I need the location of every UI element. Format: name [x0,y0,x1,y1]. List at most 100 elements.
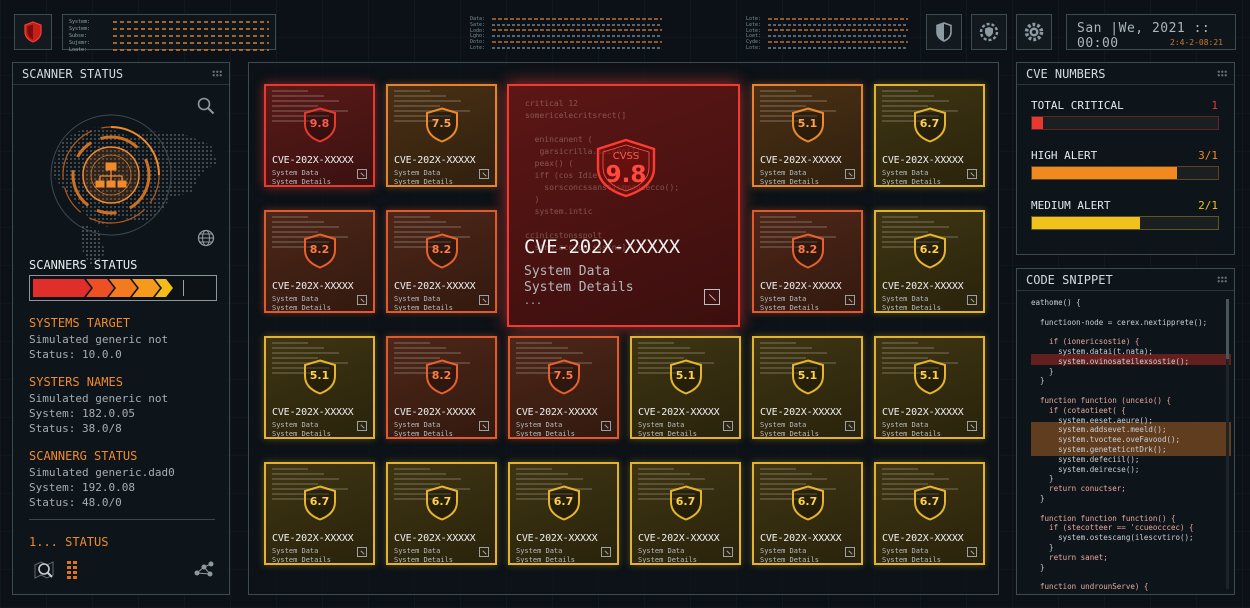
expand-icon[interactable] [967,421,977,431]
shield-score-icon: 8.2 [303,233,337,269]
expand-icon[interactable] [723,421,733,431]
code-line: } [1031,474,1054,484]
expand-icon[interactable] [357,421,367,431]
card-line-1: System Data [272,421,319,429]
cve-card[interactable]: 6.7 CVE-202X-XXXXX System Data System Detai… [874,462,985,565]
cve-card[interactable]: 9.8 CVE-202X-XXXXX System Data System Detai… [264,84,375,187]
card-line-1: System Data [760,547,807,555]
cve-card[interactable]: 6.7 CVE-202X-XXXXX System Data System Detai… [874,84,985,187]
code-scrollbar[interactable] [1226,299,1229,589]
expand-icon[interactable] [479,169,489,179]
cvss-shield-icon: CVSS 9.8 [594,138,658,198]
expand-icon[interactable] [479,547,489,557]
expand-icon[interactable] [601,547,611,557]
expand-icon[interactable] [845,421,855,431]
expand-icon[interactable] [723,547,733,557]
expand-icon[interactable] [479,421,489,431]
shield-icon [936,22,952,42]
system-info-key: Subse: [69,32,88,39]
settings-button[interactable] [1016,14,1052,50]
card-line-1: System Data [760,295,807,303]
panel-grip-icon[interactable] [1217,276,1227,283]
card-line-1: System Data [394,421,441,429]
cve-card[interactable]: 6.7 CVE-202X-XXXXX System Data System Detai… [386,462,497,565]
scanners-progress-fill [33,279,213,297]
cve-id: CVE-202X-XXXXX [882,155,964,166]
expand-icon[interactable] [845,547,855,557]
expand-icon[interactable] [601,421,611,431]
featured-cve-card[interactable]: critical 12 somericelecritsrect(] eninca… [507,84,740,327]
code-line: system.defeciil(); [1031,454,1140,464]
clock-date: 2:4-2-08:21 [1170,38,1223,47]
cvss-score: 7.5 [553,369,574,382]
cve-card[interactable]: 6.7 CVE-202X-XXXXX System Data System Detai… [752,462,863,565]
cve-card[interactable]: 5.1 CVE-202X-XXXXX System Data System Detai… [874,336,985,439]
cve-card[interactable]: 8.2 CVE-202X-XXXXX System Data System Detai… [264,210,375,313]
shield-button[interactable] [926,14,962,50]
metric-bar [1031,216,1219,230]
cve-card[interactable]: 5.1 CVE-202X-XXXXX System Data System Detai… [752,336,863,439]
stack-icon[interactable] [65,559,81,581]
cve-card[interactable]: 5.1 CVE-202X-XXXXX System Data System Detai… [752,84,863,187]
cvss-score: 9.8 [309,117,330,130]
featured-line-2: System Details [524,280,634,295]
cve-card[interactable]: 7.5 CVE-202X-XXXXX System Data System Detai… [508,336,619,439]
map-search-icon[interactable] [33,559,55,581]
shield-score-icon: 8.2 [791,233,825,269]
panel-grip-icon[interactable] [212,70,222,77]
system-info-block: System: System: Subse: Sujemr: Loate: [62,14,276,53]
card-line-1: System Data [882,295,929,303]
code-line: return conuctser; [1031,484,1126,494]
cve-card[interactable]: 5.1 CVE-202X-XXXXX System Data System Detai… [264,336,375,439]
gear-icon [1024,22,1044,42]
system-info-key: Loate: [69,46,88,53]
shield-score-icon: 9.8 [303,107,337,143]
system-info-row: System: [69,25,269,32]
cvss-score: 8.2 [309,243,330,256]
panel-grip-icon[interactable] [1217,70,1227,77]
cve-card[interactable]: 8.2 CVE-202X-XXXXX System Data System Detai… [386,210,497,313]
cvss-score: 7.5 [431,117,452,130]
expand-icon[interactable] [704,289,720,305]
section-line: Status: 38.0/8 [29,422,122,435]
system-info-bar [113,48,269,51]
data-readout-bar [768,41,908,44]
cve-card[interactable]: 5.1 CVE-202X-XXXXX System Data System Detai… [630,336,741,439]
expand-icon[interactable] [357,547,367,557]
metric-bar-fill [1032,167,1178,179]
expand-icon[interactable] [479,295,489,305]
code-line: function undrounServe) { [1031,582,1149,592]
expand-icon[interactable] [967,295,977,305]
cve-card[interactable]: 8.2 CVE-202X-XXXXX System Data System Detai… [386,336,497,439]
section-line: System: 192.0.08 [29,481,135,494]
scanner-status-panel: SCANNER STATUS SCANNERS STATUS SYSTEMS T… [12,62,230,595]
system-info-row: Loate: [69,46,269,53]
expand-icon[interactable] [845,169,855,179]
cve-card[interactable]: 6.7 CVE-202X-XXXXX System Data System Detai… [264,462,375,565]
search-icon[interactable] [197,97,215,115]
security-settings-button[interactable] [971,14,1007,50]
card-line-3: ... [638,563,649,565]
expand-icon[interactable] [967,169,977,179]
expand-icon[interactable] [967,547,977,557]
expand-icon[interactable] [357,295,367,305]
system-info-bar [113,20,269,23]
expand-icon[interactable] [845,295,855,305]
expand-icon[interactable] [357,169,367,179]
code-line: system.deirecse(); [1031,464,1140,474]
scanners-status-label: SCANNERS STATUS [29,258,138,272]
code-line: system.geneteticntDrk(); [1031,445,1167,454]
network-nodes-icon[interactable] [193,559,215,579]
cve-card[interactable]: 6.2 CVE-202X-XXXXX System Data System Detai… [874,210,985,313]
data-readout-bar [768,17,908,20]
cve-grid: critical 12 somericelecritsrect(] eninca… [248,62,999,595]
cve-card[interactable]: 6.7 CVE-202X-XXXXX System Data System Detai… [630,462,741,565]
cve-card[interactable]: 6.7 CVE-202X-XXXXX System Data System Detai… [508,462,619,565]
cve-id: CVE-202X-XXXXX [760,281,842,292]
cve-card[interactable]: 8.2 CVE-202X-XXXXX System Data System Detai… [752,210,863,313]
cve-id: CVE-202X-XXXXX [638,533,720,544]
section-title: SCANNERG STATUS [29,449,138,463]
globe-icon[interactable] [197,229,215,247]
section-line: Status: 10.0.0 [29,348,122,361]
cve-card[interactable]: 7.5 CVE-202X-XXXXX System Data System Detai… [386,84,497,187]
